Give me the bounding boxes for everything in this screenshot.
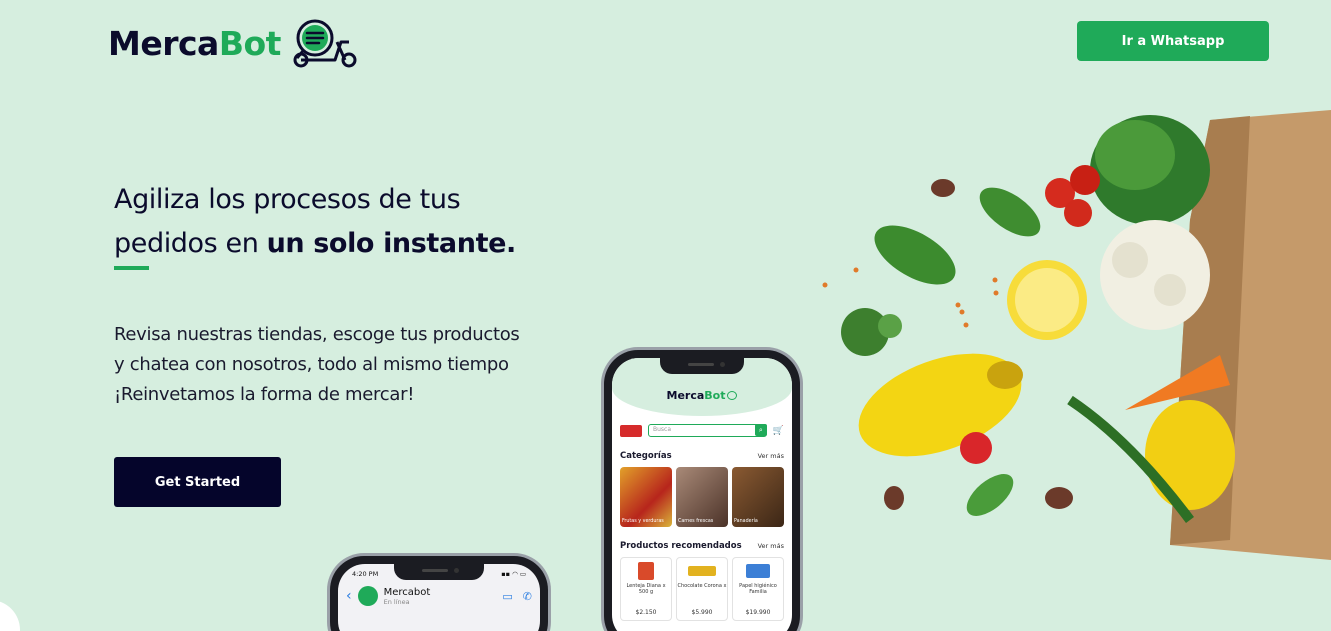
chat-contact: Mercabot En línea <box>383 586 431 606</box>
status-time: 4:20 PM <box>352 570 379 578</box>
get-started-button[interactable]: Get Started <box>114 457 281 507</box>
basket-icon[interactable]: 🛒 <box>773 426 784 436</box>
products-title: Productos recomendados <box>620 541 742 551</box>
products-header: Productos recomendados Ver más <box>612 541 792 551</box>
hero-description: Revisa nuestras tiendas, escoge tus prod… <box>114 324 520 405</box>
decorative-curve <box>0 600 20 631</box>
category-card[interactable]: Carnes frescas <box>676 467 728 527</box>
avatar <box>357 586 378 606</box>
product-image <box>688 566 716 576</box>
categories-header: Categorías Ver más <box>612 451 792 461</box>
product-image <box>746 564 770 578</box>
app-screen: MercaBot Busca ⌕ 🛒 Categorías Ver más Fr… <box>612 358 792 631</box>
products-list: Lenteja Diana x 500 g $2.150 Chocolate C… <box>612 551 792 621</box>
products-more-link[interactable]: Ver más <box>758 542 784 550</box>
app-search-row: Busca ⌕ 🛒 <box>612 416 792 437</box>
store-badge[interactable] <box>620 424 642 437</box>
phone-chat-mockup: 4:20 PM ▪▪ ◠ ▭ ‹ Mercabot En línea ▭ ✆ <box>330 556 548 631</box>
phone-app-mockup: MercaBot Busca ⌕ 🛒 Categorías Ver más Fr… <box>604 350 800 631</box>
hero-title: Agiliza los procesos de tus pedidos en u… <box>114 184 516 259</box>
back-arrow-icon[interactable]: ‹ <box>346 588 352 604</box>
product-card[interactable]: Chocolate Corona x $5.990 <box>676 557 728 621</box>
chat-screen: 4:20 PM ▪▪ ◠ ▭ ‹ Mercabot En línea ▭ ✆ <box>338 564 540 631</box>
status-icons: ▪▪ ◠ ▭ <box>501 570 526 578</box>
categories-more-link[interactable]: Ver más <box>758 452 784 460</box>
app-logo: MercaBot <box>667 389 738 402</box>
groceries-illustration <box>822 110 1331 560</box>
mercabot-logo[interactable]: MercaBot <box>108 18 361 68</box>
scooter-chat-icon <box>293 19 357 68</box>
product-card[interactable]: Lenteja Diana x 500 g $2.150 <box>620 557 672 621</box>
product-image <box>638 562 654 580</box>
phone-notch <box>660 358 744 374</box>
category-card[interactable]: Panadería <box>732 467 784 527</box>
categories-list: Frutas y verduras Carnes frescas Panader… <box>612 461 792 527</box>
search-icon[interactable]: ⌕ <box>754 424 767 436</box>
whatsapp-button[interactable]: Ir a Whatsapp <box>1077 21 1269 61</box>
category-card[interactable]: Frutas y verduras <box>620 467 672 527</box>
product-card[interactable]: Papel higiénico Familia $19.990 <box>732 557 784 621</box>
chat-header: ‹ Mercabot En línea ▭ ✆ <box>338 578 540 606</box>
chat-actions: ▭ ✆ <box>502 590 532 603</box>
title-underline <box>114 266 149 270</box>
phone-notch <box>394 564 484 580</box>
logo-text: MercaBot <box>108 23 281 63</box>
app-search-input[interactable]: Busca ⌕ <box>648 424 767 437</box>
phone-call-icon[interactable]: ✆ <box>523 590 532 603</box>
categories-title: Categorías <box>620 451 672 461</box>
video-call-icon[interactable]: ▭ <box>502 590 512 603</box>
